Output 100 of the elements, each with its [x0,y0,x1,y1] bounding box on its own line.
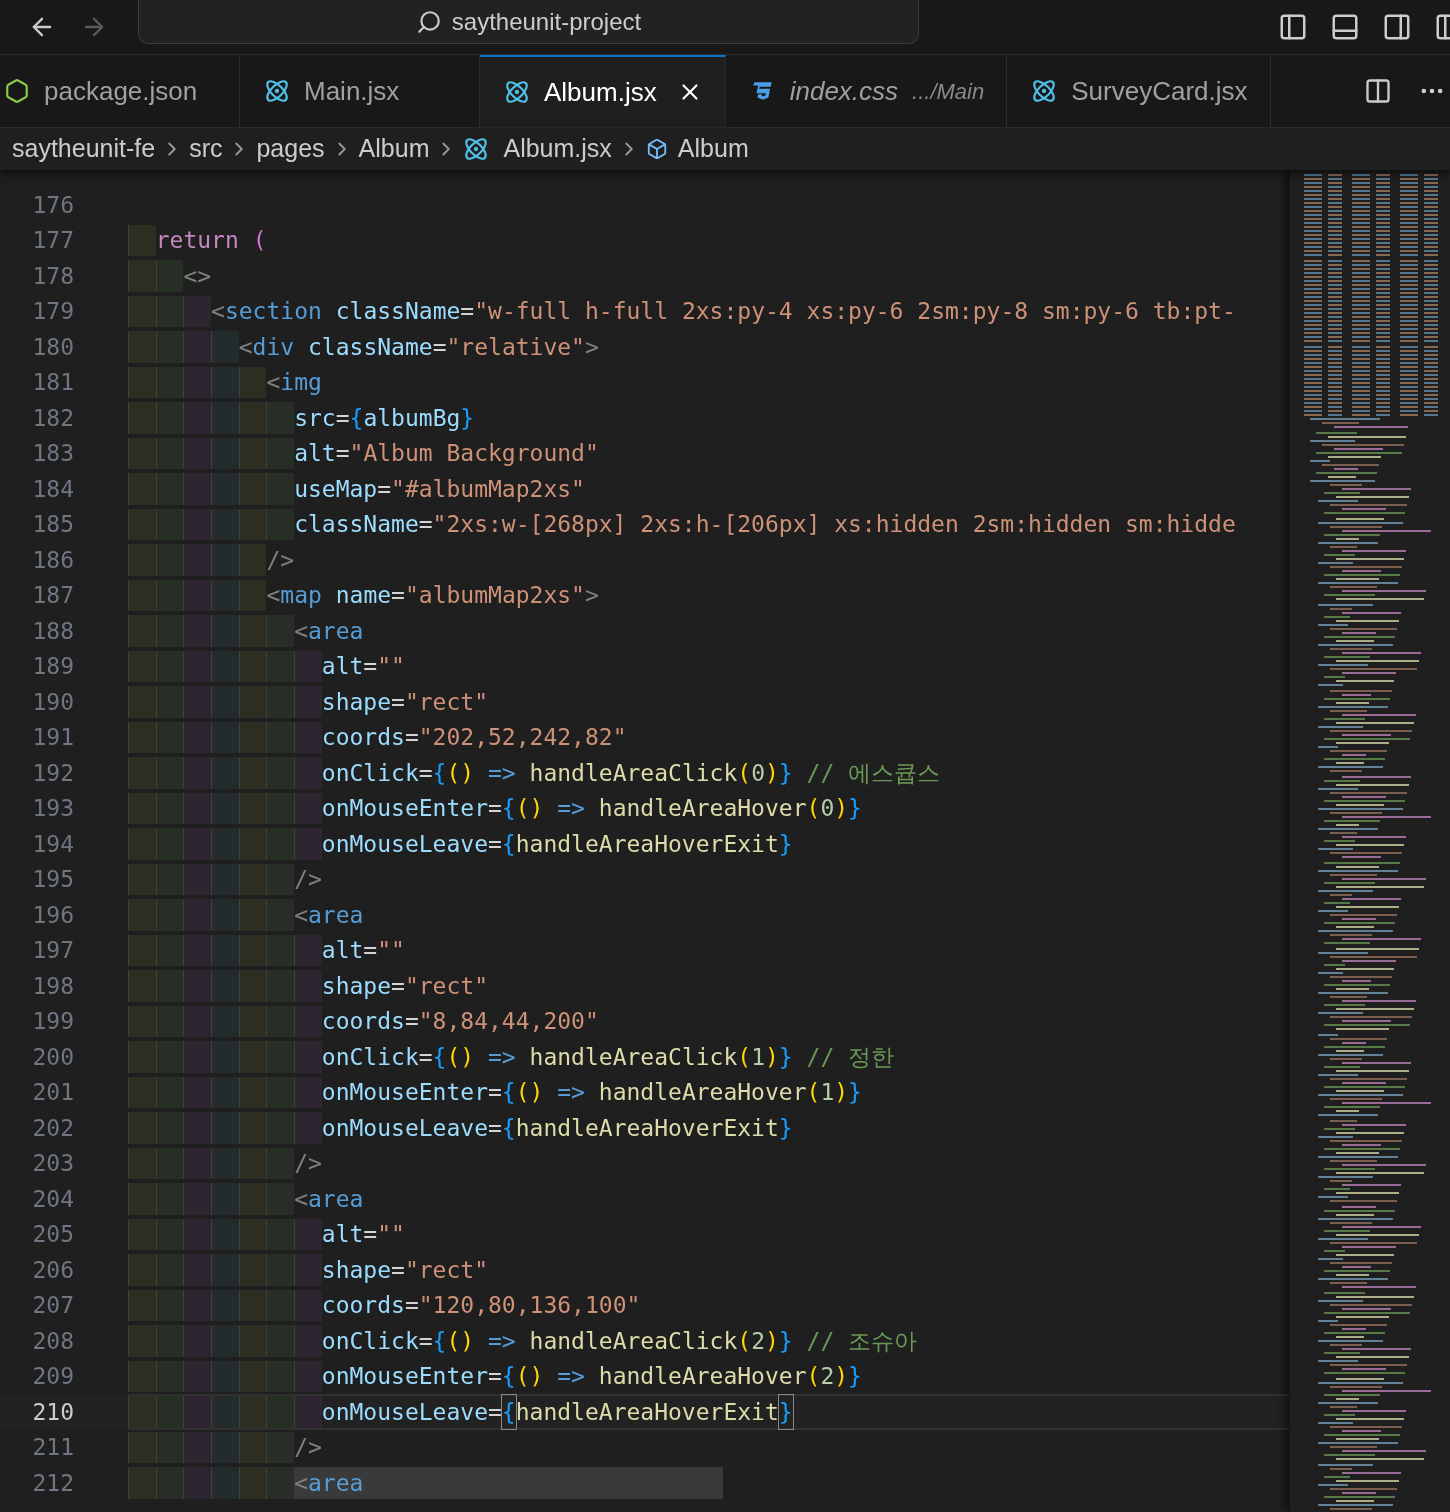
code-token: albumBg [363,403,461,433]
indent-guide [183,1289,212,1321]
code-token: = [418,1326,433,1356]
indent-guide [183,1360,212,1392]
indent-guide [294,970,322,1002]
line-number: 201 [31,1078,74,1107]
nodejs-file-icon [4,78,30,104]
indent-guide [238,366,267,398]
indent-guide [128,970,156,1002]
indent-guide [155,508,184,540]
indent-guide [128,1289,156,1321]
code-token: <> [183,261,212,291]
code-token: < [266,368,281,397]
indent-guide [294,1041,322,1073]
indent-guide [183,792,212,824]
code-token: area [308,1184,364,1214]
indent-guide [238,1325,267,1357]
indent-guide [211,1325,239,1357]
indent-guide [211,1467,239,1499]
indent-guide [238,1360,267,1392]
indent-guide [155,1431,184,1463]
code-token: handleAreaHover [597,794,807,823]
code-token: shape [321,1255,392,1285]
code-token: area [308,900,364,930]
indent-guide [128,1218,156,1250]
command-center-search[interactable]: saytheunit-project [138,0,919,44]
code-token: () [515,794,544,823]
code-token: = [432,332,447,362]
indent-guide [155,863,184,895]
code-token: "2xs:w-[268px] 2xs:h-[206px] xs:hidden 2sm:hidden sm:hidde [432,510,1236,539]
line-number: 183 [31,439,74,468]
indent-guide [155,828,184,860]
editor-tab[interactable]: Album.jsx [480,55,726,127]
code-token: handleAreaHoverExit [515,829,779,859]
indent-guide [266,1005,295,1037]
code-token: < [211,297,225,326]
line-number: 191 [31,723,74,752]
breadcrumb-item[interactable]: pages [256,130,325,168]
indent-guide [128,402,156,434]
code-token: < [294,1184,308,1214]
code-token: className [334,297,461,326]
code-token: = [363,936,378,965]
code-token: = [418,1042,433,1072]
indent-guide [155,1325,184,1357]
react-file-icon [463,136,490,162]
code-token: { [501,829,516,859]
breadcrumb-item[interactable]: Album.jsx [503,130,612,168]
line-number: 204 [31,1184,74,1214]
line-number: 190 [31,687,74,717]
line-number: 198 [31,971,74,1001]
code-token: { [501,1362,516,1391]
breadcrumb-item[interactable]: src [189,130,223,168]
breadcrumb-item[interactable]: saytheunit-fe [12,130,156,168]
breadcrumb-item[interactable]: Album [358,130,430,168]
code-token: = [488,1078,502,1107]
indent-guide [183,1467,212,1499]
code-token: coords [321,1007,405,1036]
indent-guide [183,544,212,576]
indent-guide [183,473,212,505]
code-token: => [556,794,585,823]
line-number: 180 [31,332,74,362]
line-number: 192 [31,758,74,788]
code-token: = [391,581,405,610]
breadcrumb-item[interactable]: Album [677,130,749,168]
code-token: ( [737,758,752,788]
indent-guide [211,721,239,753]
indent-guide [183,1218,212,1250]
code-token: } [778,1042,793,1072]
toggle-secondary-sidebar-icon[interactable] [1382,12,1412,42]
code-token: handleAreaClick [528,758,738,788]
editor-tab[interactable]: index.css .../Main [725,55,1008,127]
indent-guide [211,615,239,647]
code-token: coords [321,723,405,752]
editor-tab[interactable]: SurveyCard.jsx [1007,55,1271,127]
indent-guide [183,650,212,682]
indent-guide [183,757,212,789]
code-token: "120,80,136,100" [418,1291,641,1320]
indent-guide [238,508,267,540]
indent-guide [238,579,267,611]
code-token: onMouseLeave [321,1397,488,1427]
code-token: = [488,1113,502,1143]
indent-guide [238,934,267,966]
code-token: className [294,510,419,539]
line-number: 178 [31,261,74,291]
indent-guide [211,1147,239,1179]
editor-tab[interactable]: package.json [0,55,240,127]
split-editor-icon[interactable] [1364,77,1392,105]
indent-guide [266,437,295,469]
code-token: /> [294,865,322,894]
indent-guide [183,1005,212,1037]
indent-guide [238,1005,267,1037]
code-token: "" [377,936,405,965]
indent-guide [155,1076,184,1108]
toggle-sidebar-icon[interactable] [1278,12,1308,42]
indent-guide [183,1076,212,1108]
indent-guide [183,1254,212,1286]
indent-guide [183,1147,212,1179]
indent-guide [128,366,156,398]
toggle-panel-icon[interactable] [1330,12,1360,42]
indent-guide [211,792,239,824]
